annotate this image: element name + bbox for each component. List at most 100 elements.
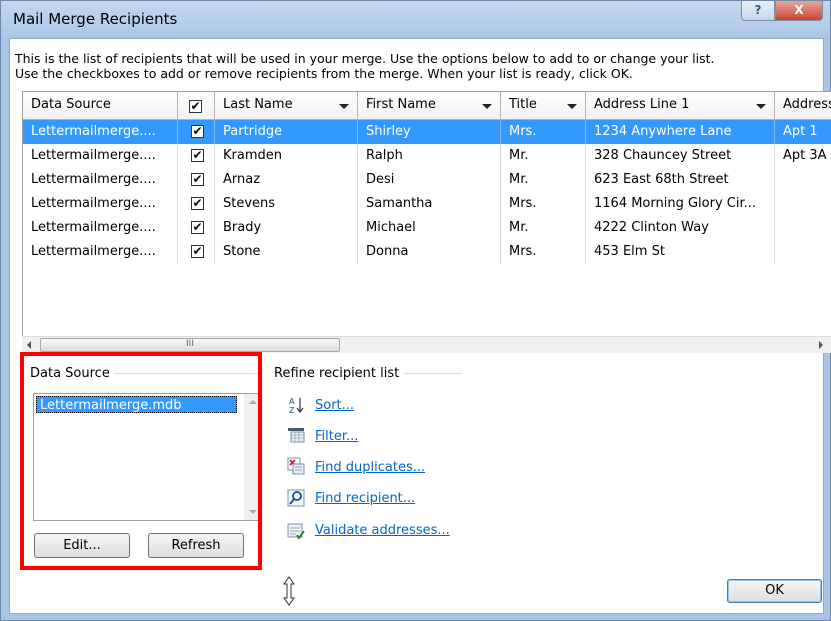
include-checkbox[interactable]: ✔ (191, 197, 204, 210)
table-row[interactable]: Lettermailmerge.... ✔ Stevens Samantha Mrs. 1… (23, 192, 831, 216)
cell-address-line-2[interactable]: Apt 1 (775, 120, 831, 144)
cell-first-name[interactable]: Donna (358, 240, 501, 264)
cell-last-name[interactable]: Stone (215, 240, 358, 264)
cell-last-name[interactable]: Kramden (215, 144, 358, 168)
column-header-address-line-2[interactable]: Address (775, 92, 831, 120)
find-duplicates-link[interactable]: Find duplicates... (315, 460, 425, 475)
cell-data-source[interactable]: Lettermailmerge.... (23, 240, 178, 264)
sort-arrow-icon[interactable] (567, 104, 577, 109)
cell-address-line-2[interactable]: Apt 3A (775, 144, 831, 168)
cell-first-name[interactable]: Michael (358, 216, 501, 240)
find-recipient-icon (287, 489, 305, 507)
validate-addresses-icon (287, 523, 305, 540)
highlight-box (20, 352, 262, 570)
column-header-label: Address (783, 97, 831, 112)
sort-arrow-icon[interactable] (339, 104, 349, 109)
cell-first-name[interactable]: Shirley (358, 120, 501, 144)
table-row[interactable]: Lettermailmerge.... ✔ Stone Donna Mrs. 453 El… (23, 240, 831, 264)
cell-data-source[interactable]: Lettermailmerge.... (23, 192, 178, 216)
cell-title[interactable]: Mrs. (501, 240, 586, 264)
column-header-title[interactable]: Title (501, 92, 586, 120)
cell-address-line-2[interactable] (775, 192, 831, 216)
cell-address-line-1[interactable]: 1234 Anywhere Lane (586, 120, 775, 144)
include-checkbox[interactable]: ✔ (191, 245, 204, 258)
column-header-data-source[interactable]: Data Source (23, 92, 178, 120)
cell-title[interactable]: Mrs. (501, 192, 586, 216)
cell-title[interactable]: Mr. (501, 216, 586, 240)
cell-first-name[interactable]: Ralph (358, 144, 501, 168)
intro-text: This is the list of recipients that will… (15, 51, 715, 81)
sort-arrow-icon[interactable] (756, 104, 766, 109)
column-header-label: First Name (366, 97, 436, 112)
cell-title[interactable]: Mr. (501, 144, 586, 168)
include-checkbox[interactable]: ✔ (191, 149, 204, 162)
cell-title[interactable]: Mr. (501, 168, 586, 192)
svg-text:A: A (289, 397, 295, 406)
close-button[interactable]: X (775, 1, 823, 21)
cell-last-name[interactable]: Arnaz (215, 168, 358, 192)
include-checkbox[interactable]: ✔ (191, 173, 204, 186)
cell-first-name[interactable]: Desi (358, 168, 501, 192)
cell-last-name[interactable]: Partridge (215, 120, 358, 144)
cell-last-name[interactable]: Stevens (215, 192, 358, 216)
intro-line-2: Use the checkboxes to add or remove reci… (15, 66, 633, 81)
cell-data-source[interactable]: Lettermailmerge.... (23, 120, 178, 144)
cell-address-line-1[interactable]: 328 Chauncey Street (586, 144, 775, 168)
include-checkbox[interactable]: ✔ (191, 221, 204, 234)
cell-last-name[interactable]: Brady (215, 216, 358, 240)
validate-addresses-link[interactable]: Validate addresses... (315, 523, 450, 538)
cell-address-line-2[interactable] (775, 216, 831, 240)
find-recipient-link[interactable]: Find recipient... (315, 491, 415, 506)
table-row[interactable]: Lettermailmerge.... ✔ Brady Michael Mr. 4222 … (23, 216, 831, 240)
intro-line-1: This is the list of recipients that will… (15, 51, 715, 66)
title-bar[interactable]: Mail Merge Recipients ? X (1, 1, 830, 37)
filter-link[interactable]: Filter... (315, 429, 358, 444)
select-all-checkbox[interactable]: ✔ (189, 100, 202, 113)
include-checkbox[interactable]: ✔ (191, 125, 204, 138)
cell-include: ✔ (178, 168, 215, 192)
cell-address-line-2[interactable] (775, 168, 831, 192)
cell-address-line-2[interactable] (775, 240, 831, 264)
column-header-label: Data Source (31, 97, 111, 112)
refine-recipient-list-label: Refine recipient list (274, 366, 404, 381)
cell-first-name[interactable]: Samantha (358, 192, 501, 216)
cell-data-source[interactable]: Lettermailmerge.... (23, 216, 178, 240)
table-row[interactable]: Lettermailmerge.... ✔ Partridge Shirley Mrs.… (23, 120, 831, 144)
column-header-first-name[interactable]: First Name (358, 92, 501, 120)
column-header-label: Title (509, 97, 537, 112)
scroll-left-icon[interactable] (27, 341, 31, 349)
column-header-select-all[interactable]: ✔ (178, 92, 215, 120)
cell-address-line-1[interactable]: 4222 Clinton Way (586, 216, 775, 240)
cell-address-line-1[interactable]: 623 East 68th Street (586, 168, 775, 192)
cell-address-line-1[interactable]: 1164 Morning Glory Cir... (586, 192, 775, 216)
horizontal-scrollbar[interactable]: III (22, 336, 831, 353)
cell-data-source[interactable]: Lettermailmerge.... (23, 168, 178, 192)
cell-data-source[interactable]: Lettermailmerge.... (23, 144, 178, 168)
scroll-right-icon[interactable] (819, 341, 823, 349)
sort-az-icon: A Z (289, 397, 304, 414)
recipients-table: Data Source ✔ Last Name First Name Title… (22, 91, 831, 353)
find-duplicates-icon (287, 457, 305, 475)
dialog-title: Mail Merge Recipients (13, 10, 178, 28)
column-header-last-name[interactable]: Last Name (215, 92, 358, 120)
column-header-address-line-1[interactable]: Address Line 1 (586, 92, 775, 120)
column-header-label: Address Line 1 (594, 97, 690, 112)
table-row[interactable]: Lettermailmerge.... ✔ Kramden Ralph Mr. 328 C… (23, 144, 831, 168)
cell-address-line-1[interactable]: 453 Elm St (586, 240, 775, 264)
cell-include: ✔ (178, 144, 215, 168)
cell-include: ✔ (178, 192, 215, 216)
cell-include: ✔ (178, 216, 215, 240)
cell-include: ✔ (178, 120, 215, 144)
cell-include: ✔ (178, 240, 215, 264)
svg-text:Z: Z (289, 406, 295, 414)
ok-button[interactable]: OK (727, 579, 822, 603)
resize-grip-icon[interactable] (282, 576, 296, 606)
column-header-label: Last Name (223, 97, 293, 112)
table-row[interactable]: Lettermailmerge.... ✔ Arnaz Desi Mr. 623 East… (23, 168, 831, 192)
sort-arrow-icon[interactable] (482, 104, 492, 109)
scroll-thumb[interactable]: III (40, 338, 340, 352)
cell-title[interactable]: Mrs. (501, 120, 586, 144)
sort-link[interactable]: Sort... (315, 398, 354, 413)
help-button[interactable]: ? (741, 1, 775, 21)
filter-icon (288, 428, 305, 443)
